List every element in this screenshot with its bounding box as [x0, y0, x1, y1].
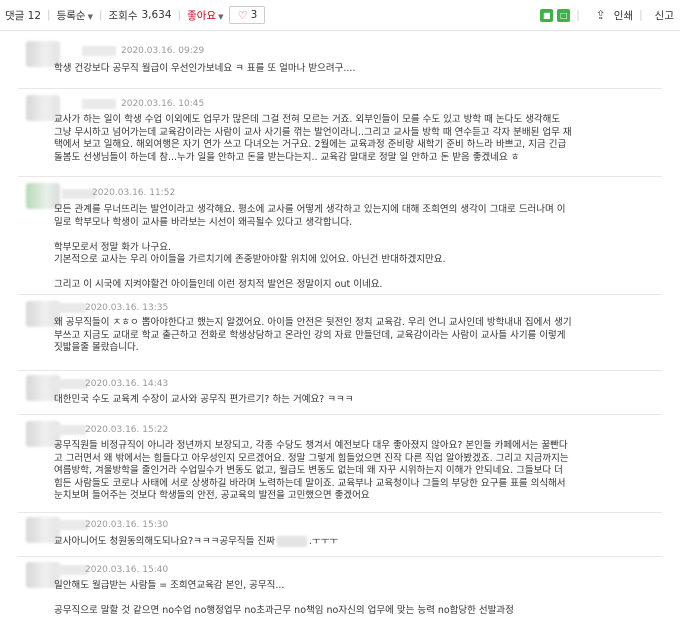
comment-line: 공무직원들 비정규직이 아니라 정년까지 보장되고, 각종 수당도 챙겨서 예전… — [54, 440, 568, 451]
comment-date: 2020.03.16. 15:30 — [85, 520, 169, 530]
comment-date: 2020.03.16. 15:22 — [85, 425, 169, 435]
divider: | — [177, 9, 182, 21]
like-button[interactable]: ♡ 3 — [229, 6, 266, 24]
comment-line: 고 그러면서 왜 밖에서는 힘들다고 아우성인지 모르겠어요. 정말 그렇게 힘… — [54, 452, 569, 464]
comment-date: 2020.03.16. 14:43 — [85, 379, 169, 389]
comment-date: 2020.03.16. 11:52 — [92, 188, 176, 198]
heart-icon: ♡ — [237, 8, 248, 22]
comment-text-part: 교사아니어도 청원동의해도되나요?ㅋㅋㅋ공무직들 진짜 — [54, 536, 275, 547]
author-name[interactable] — [62, 189, 96, 199]
like-label: 좋아요 — [187, 9, 217, 22]
comment-date: 2020.03.16. 10:45 — [121, 99, 205, 109]
comment-item: 2020.03.16. 09:29 학생 건강보다 공무직 월급이 우선인가보네… — [18, 31, 662, 89]
bookmark-icon[interactable]: ■ — [540, 8, 554, 22]
divider: | — [47, 9, 51, 21]
comment-line: 그냥 무시하고 넘어가는데 교육감이라는 사람이 교사 사기를 꺾는 발언이라니… — [54, 126, 572, 138]
author-name[interactable] — [82, 99, 116, 109]
comment-date: 2020.03.16. 13:35 — [85, 303, 169, 313]
divider: | — [98, 9, 103, 21]
comment-toolbar: 댓글 12 | 등록순 ▼ | 조회수 3,634 | 좋아요 ▼ ♡ 3 ■ □ … — [0, 0, 680, 31]
comment-line — [54, 593, 654, 606]
comment-item: 2020.03.16. 15:30 교사아니어도 청원동의해도되나요?ㅋㅋㅋ공무… — [18, 513, 662, 557]
author-name[interactable] — [54, 565, 88, 575]
comment-line: 돌봄도 선생님들이 하는데 참...누가 일을 안하고 돈을 받는다는지.. 교… — [54, 151, 520, 163]
comment-line: 교사가 하는 일이 학생 수업 이외에도 업무가 많은데 그걸 전혀 모르는 거… — [54, 114, 561, 125]
comment-line: 눈치보며 들어주는 것보다 학생들의 안전, 공교육의 발전을 고민했으면 좋겠… — [54, 490, 370, 501]
report-button[interactable]: 신고 — [655, 8, 674, 23]
comment-line: 기본적으로 교사는 우리 아이들을 가르치기에 존중받아야할 위치에 있어요. … — [54, 254, 446, 265]
comment-line: 학생 건강보다 공무직 월급이 우선인가보네요 ㅋ 표를 또 얼마나 받으려구.… — [54, 63, 356, 74]
comment-line: 힘든 사람들도 코로나 사태에 서로 상생하길 바라며 노력하는데 말이죠. 교… — [54, 477, 566, 489]
redacted-text — [276, 536, 307, 547]
comment-text: 교사가 하는 일이 학생 수업 이외에도 업무가 많은데 그걸 전혀 모르는 거… — [54, 114, 654, 164]
author-name[interactable] — [54, 379, 88, 389]
chevron-down-icon: ▼ — [218, 12, 224, 21]
comment-line: 공무직으로 말할 것 같으면 no수업 no행정업무 no초과근무 no책임 n… — [54, 605, 514, 616]
sort-dropdown[interactable]: 등록순 ▼ — [57, 8, 93, 23]
comment-text: 왜 공무직들이 ㅈㅎㅇ 뽑아야한다고 했는지 알겠어요. 아이들 안전은 뒷전인… — [54, 317, 654, 355]
comment-line: 교사아니어도 청원동의해도되나요?ㅋㅋㅋ공무직들 진짜 .ㅜㅜㅜ — [54, 536, 654, 549]
comment-line — [54, 229, 654, 242]
comment-text: 대한민국 수도 교육계 수장이 교사와 공무직 편가르기? 하는 거예요? ㅋㅋ… — [54, 394, 654, 407]
views-label: 조회수 — [108, 9, 138, 22]
scrap-icon[interactable]: □ — [557, 8, 571, 22]
comment-text: 교사아니어도 청원동의해도되나요?ㅋㅋㅋ공무직들 진짜 .ㅜㅜㅜ — [54, 536, 654, 549]
comment-item: 2020.03.16. 10:45 교사가 하는 일이 학생 수업 이외에도 업… — [18, 89, 662, 177]
comment-list: 2020.03.16. 09:29 학생 건강보다 공무직 월급이 우선인가보네… — [0, 31, 662, 623]
author-name[interactable] — [52, 425, 86, 435]
comment-item: 2020.03.16. 15:40 일안해도 월급받는 사람들 = 조희연교육감… — [18, 557, 662, 623]
divider: | — [576, 9, 580, 21]
like-count: 3 — [250, 9, 258, 21]
comment-line: 일안해도 월급받는 사람들 = 조희연교육감 본인, 공무직... — [54, 580, 285, 591]
comment-line: 그리고 이 시국에 지켜야할건 아이들인데 이런 정치적 발언은 정말이지 ou… — [54, 279, 383, 290]
comment-line: 택에서 보고 일해요. 해외여행은 자기 연가 쓰고 다녀오는 거구요. 2월에… — [54, 139, 567, 150]
comment-line: 짓밟을줄 몰랐습니다. — [54, 342, 139, 353]
comment-line: 여름방학, 겨울방학을 줄인거라 수업일수가 변동도 없고, 월급도 변동도 없… — [54, 465, 563, 476]
comment-text-part: .ㅜㅜㅜ — [308, 536, 339, 547]
comment-line: 학부모로서 정말 화가 나구요. — [54, 241, 171, 253]
comment-item: 2020.03.16. 13:35 왜 공무직들이 ㅈㅎㅇ 뽑아야한다고 했는지… — [18, 295, 662, 371]
divider: | — [639, 9, 643, 21]
comment-line: 대한민국 수도 교육계 수장이 교사와 공무직 편가르기? 하는 거예요? ㅋㅋ… — [54, 394, 354, 405]
toolbar-actions: ■ □ | ⇪ 인쇄 | 신고 — [536, 8, 674, 23]
comment-line: 일로 학부모나 학생이 교사를 바라보는 시선이 왜곡될수 있다고 생각합니다. — [54, 216, 353, 228]
comment-count[interactable]: 댓글 12 — [5, 8, 41, 23]
like-dropdown[interactable]: 좋아요 ▼ — [187, 8, 223, 23]
comment-text: 모든 관계를 무너뜨리는 발언이라고 생각해요. 평소에 교사를 어떻게 생각하… — [54, 204, 654, 292]
author-name[interactable] — [52, 303, 86, 313]
comment-date: 2020.03.16. 15:40 — [85, 565, 169, 575]
share-icon[interactable]: ⇪ — [594, 8, 608, 22]
comment-date: 2020.03.16. 09:29 — [121, 46, 205, 56]
sort-label: 등록순 — [56, 9, 86, 22]
comment-line: 부쓰고 지금도 교대로 학교 출근하고 전화로 학생상담하고 온라인 강의 자료… — [54, 329, 566, 341]
comment-item: 2020.03.16. 11:52 모든 관계를 무너뜨리는 발언이라고 생각해… — [18, 177, 662, 295]
comment-item: 2020.03.16. 14:43 대한민국 수도 교육계 수장이 교사와 공무… — [18, 371, 662, 415]
comment-line — [54, 267, 654, 280]
comment-text: 일안해도 월급받는 사람들 = 조희연교육감 본인, 공무직... 공무직으로 … — [54, 580, 654, 618]
comment-line: 왜 공무직들이 ㅈㅎㅇ 뽑아야한다고 했는지 알겠어요. 아이들 안전은 뒷전인… — [54, 317, 572, 328]
author-name[interactable] — [82, 46, 116, 56]
comment-text: 학생 건강보다 공무직 월급이 우선인가보네요 ㅋ 표를 또 얼마나 받으려구.… — [54, 63, 654, 76]
print-button[interactable]: 인쇄 — [614, 8, 633, 23]
chevron-down-icon: ▼ — [87, 12, 93, 21]
comment-line: 모든 관계를 무너뜨리는 발언이라고 생각해요. 평소에 교사를 어떻게 생각하… — [54, 204, 566, 215]
comment-item: 2020.03.16. 15:22 공무직원들 비정규직이 아니라 정년까지 보… — [18, 415, 662, 513]
comment-text: 공무직원들 비정규직이 아니라 정년까지 보장되고, 각종 수당도 챙겨서 예전… — [54, 440, 654, 503]
views-count: 3,634 — [141, 9, 172, 21]
author-name[interactable] — [54, 520, 88, 530]
